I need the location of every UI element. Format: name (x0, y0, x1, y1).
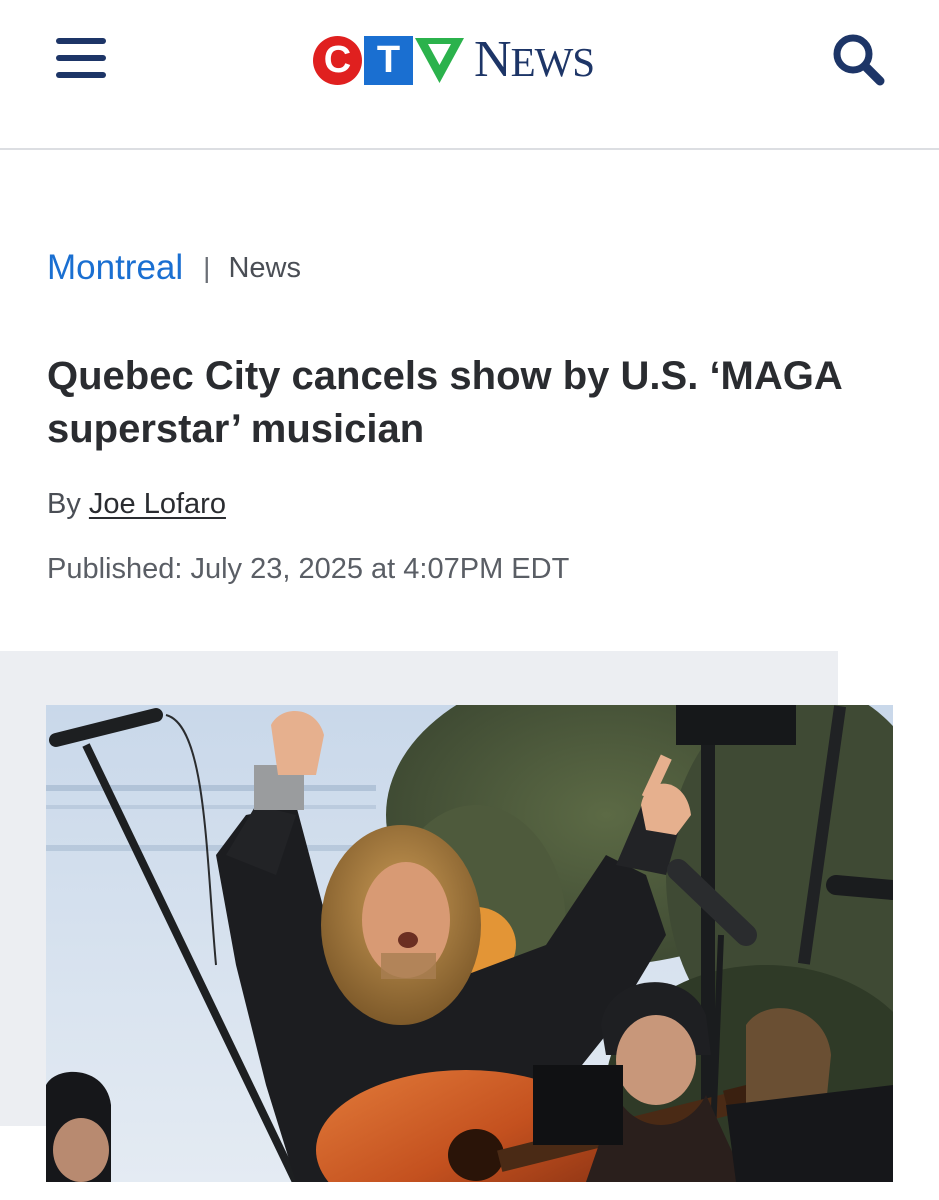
logo-c-circle: C (313, 35, 362, 85)
logo-news-rest: EWS (510, 39, 596, 85)
byline: By Joe Lofaro (47, 488, 226, 521)
author-link[interactable]: Joe Lofaro (89, 488, 226, 520)
search-icon-graphic (833, 34, 885, 86)
ctv-news-logo[interactable]: C T NEWS (313, 32, 627, 88)
hamburger-menu-icon[interactable] (56, 36, 106, 80)
logo-letter-c: C (323, 39, 352, 81)
menu-bar (56, 72, 106, 78)
breadcrumb: Montreal | News (47, 248, 301, 288)
breadcrumb-separator: | (203, 252, 211, 283)
menu-bar (56, 38, 106, 44)
search-icon[interactable] (828, 30, 888, 90)
logo-t-square: T (364, 35, 413, 85)
category-link-news[interactable]: News (228, 252, 301, 285)
logo-v-shape (415, 37, 464, 83)
logo-v-triangle (415, 36, 464, 85)
article-title: Quebec City cancels show by U.S. ‘MAGA s… (47, 354, 842, 451)
photo-musician-on-stage (46, 705, 893, 1182)
logo-news-initial: N (474, 31, 512, 88)
section-link-montreal[interactable]: Montreal (47, 248, 183, 288)
site-header: C T NEWS (0, 0, 939, 150)
menu-bar (56, 55, 106, 61)
article-photo[interactable] (46, 705, 893, 1182)
byline-prefix: By (47, 488, 81, 520)
logo-letter-t: T (376, 39, 401, 81)
logo-wordmark-news: NEWS (474, 31, 596, 88)
published-timestamp: Published: July 23, 2025 at 4:07PM EDT (47, 553, 570, 585)
